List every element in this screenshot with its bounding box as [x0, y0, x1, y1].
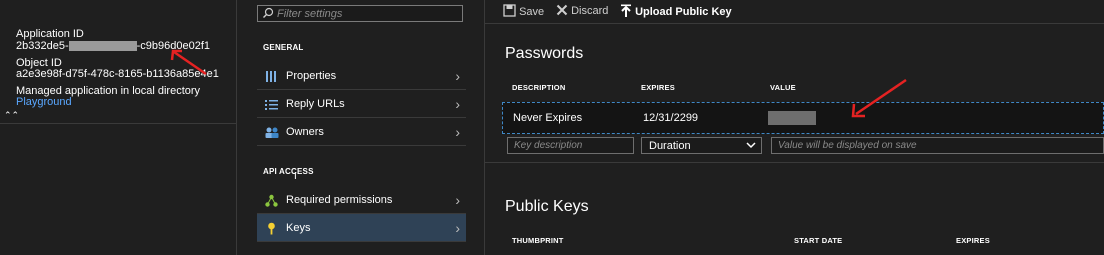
save-icon: [503, 4, 516, 20]
column-header-start-date: START DATE: [794, 236, 843, 245]
column-header-expires: EXPIRES: [956, 236, 990, 245]
chevron-down-icon: [746, 138, 756, 155]
chevron-right-icon: ›: [455, 192, 460, 208]
passwords-title: Passwords: [505, 45, 584, 62]
chevron-right-icon: ›: [455, 96, 460, 112]
search-icon: [262, 7, 274, 22]
password-value-redacted: [768, 111, 816, 125]
save-label: Save: [519, 6, 545, 18]
upload-public-key-button[interactable]: Upload Public Key: [620, 4, 732, 20]
chevron-right-icon: ›: [455, 220, 460, 236]
menu-item-properties[interactable]: Properties ›: [257, 62, 466, 90]
key-icon: [265, 222, 278, 235]
application-id-prefix: 2b332de5-: [16, 40, 69, 52]
menu-item-reply-urls[interactable]: Reply URLs ›: [257, 90, 466, 118]
filter-settings-input[interactable]: Filter settings: [257, 5, 463, 22]
permissions-icon: [265, 194, 278, 207]
password-description: Never Expires: [513, 112, 583, 124]
menu-item-label: Required permissions: [286, 194, 393, 206]
list-icon: [265, 98, 278, 111]
collapse-icon[interactable]: ⌃⌃: [4, 110, 19, 121]
playground-link[interactable]: Playground: [16, 96, 72, 108]
upload-label: Upload Public Key: [635, 6, 732, 18]
chevron-right-icon: ›: [455, 68, 460, 84]
column-header-expires: EXPIRES: [641, 83, 675, 92]
properties-icon: [265, 70, 278, 83]
section-general: GENERAL: [263, 43, 304, 52]
key-value-input[interactable]: Value will be displayed on save: [771, 137, 1104, 154]
section-divider: [485, 162, 1104, 163]
key-description-placeholder: Key description: [514, 140, 583, 151]
menu-item-label: Owners: [286, 126, 324, 138]
section-api-access: API ACCESS: [263, 167, 314, 176]
chevron-right-icon: ›: [455, 124, 460, 140]
key-value-placeholder: Value will be displayed on save: [778, 140, 917, 151]
app-info-pane: Application ID 2b332de5- -c9b96d0e02f1 Ob…: [0, 0, 236, 255]
column-header-description: DESCRIPTION: [512, 83, 566, 92]
discard-button[interactable]: Discard: [556, 4, 608, 19]
menu-item-label: Keys: [286, 222, 311, 234]
column-header-thumbprint: THUMBPRINT: [512, 236, 564, 245]
filter-placeholder: Filter settings: [277, 8, 343, 20]
owners-icon: [265, 126, 279, 139]
redacted-mask: [68, 41, 137, 52]
application-id-label: Application ID: [16, 28, 84, 40]
discard-label: Discard: [571, 5, 609, 17]
key-description-input[interactable]: Key description: [507, 137, 634, 154]
duration-value: Duration: [649, 140, 691, 152]
pane-divider: [484, 0, 485, 255]
text-cursor-icon: I: [294, 171, 297, 182]
save-button[interactable]: Save: [503, 4, 544, 20]
password-expires: 12/31/2299: [643, 112, 699, 124]
left-divider: [0, 123, 236, 124]
red-arrow-annotation: [170, 49, 207, 76]
close-icon: [556, 4, 568, 19]
menu-item-label: Reply URLs: [286, 98, 345, 110]
menu-item-label: Properties: [286, 70, 337, 82]
duration-select[interactable]: Duration: [641, 137, 762, 154]
red-arrow-annotation: [851, 78, 907, 118]
public-keys-title: Public Keys: [505, 198, 589, 215]
upload-icon: [620, 4, 632, 20]
menu-item-required-permissions[interactable]: Required permissions ›: [257, 186, 466, 214]
column-header-value: VALUE: [770, 83, 796, 92]
menu-item-owners[interactable]: Owners ›: [257, 118, 466, 146]
menu-item-keys[interactable]: Keys ›: [257, 214, 466, 242]
